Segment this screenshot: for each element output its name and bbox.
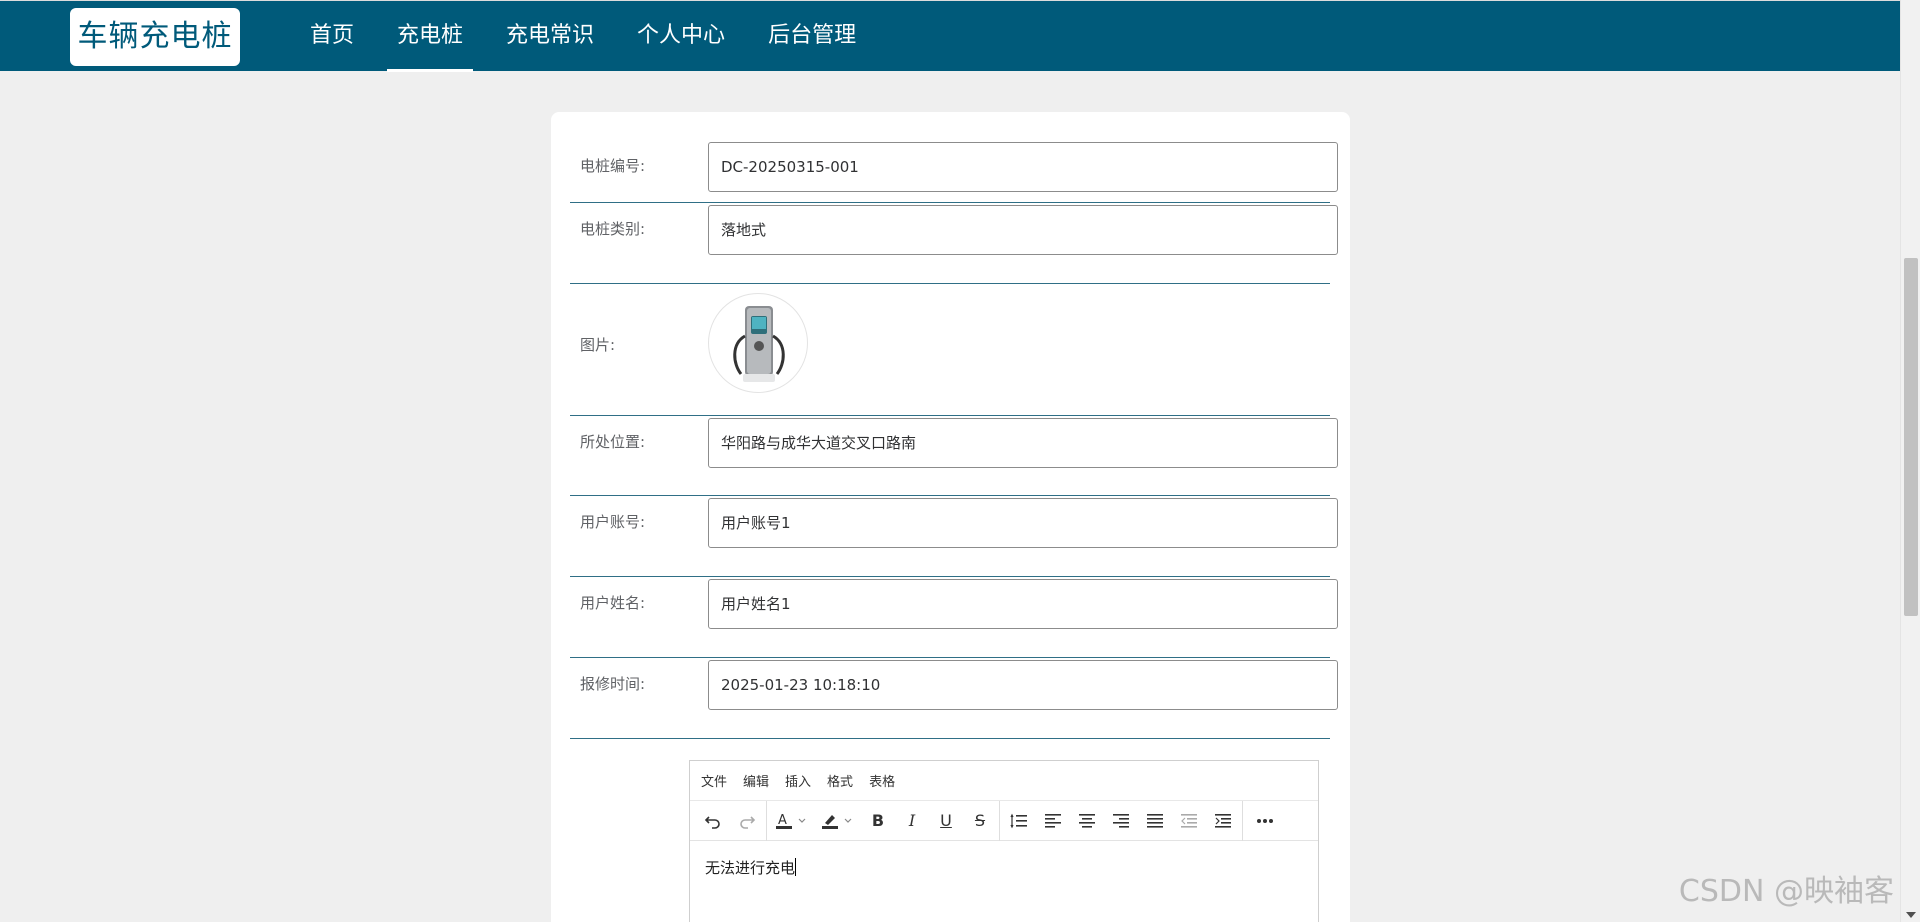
watermark: CSDN @映袖客 [1678,874,1894,909]
line-height-icon[interactable] [1002,805,1036,837]
menu-format[interactable]: 格式 [827,771,853,790]
align-center-icon[interactable] [1070,805,1104,837]
top-navbar: 车辆充电桩 首页 充电桩 充电常识 个人中心 后台管理 [0,0,1900,72]
strikethrough-icon[interactable]: S [963,805,997,837]
pile-type-input[interactable]: 落地式 [708,205,1338,255]
svg-text:A: A [778,813,787,828]
repair-time-label: 报修时间: [580,675,646,693]
location-label: 所处位置: [580,433,646,451]
main-nav: 首页 充电桩 充电常识 个人中心 后台管理 [300,1,889,72]
toolbar-divider [1242,800,1243,841]
underline-icon[interactable]: U [929,805,963,837]
align-right-icon[interactable] [1104,805,1138,837]
undo-icon[interactable] [696,805,730,837]
editor-content[interactable]: 无法进行充电 [690,841,1318,894]
align-justify-icon[interactable] [1138,805,1172,837]
menu-file[interactable]: 文件 [701,771,727,790]
nav-charging-piles[interactable]: 充电桩 [387,1,474,72]
redo-icon[interactable] [730,805,764,837]
nav-home[interactable]: 首页 [300,1,364,72]
form-row-account: 用户账号: 用户账号1 [570,496,1338,577]
charger-image[interactable] [708,293,808,393]
menu-table[interactable]: 表格 [869,771,895,790]
form-row-username: 用户姓名: 用户姓名1 [570,577,1338,658]
pile-type-label: 电桩类别: [580,220,646,238]
menu-edit[interactable]: 编辑 [743,771,769,790]
account-input[interactable]: 用户账号1 [708,498,1338,548]
location-input[interactable]: 华阳路与成华大道交叉口路南 [708,418,1338,468]
align-left-icon[interactable] [1036,805,1070,837]
image-label: 图片: [580,336,616,354]
repair-form-card: 电桩编号: DC-20250315-001 电桩类别: 落地式 图片: 所处位置… [551,112,1350,922]
brand-logo[interactable]: 车辆充电桩 [70,8,240,66]
toolbar-divider [766,800,767,841]
account-label: 用户账号: [580,513,646,531]
text-color-icon[interactable]: A [769,805,815,837]
text-caret [795,858,797,876]
username-input[interactable]: 用户姓名1 [708,579,1338,629]
indent-icon[interactable] [1206,805,1240,837]
charger-icon [733,306,785,382]
editor-menubar: 文件 编辑 插入 格式 表格 [690,761,1318,801]
form-row-image: 图片: [570,284,1330,416]
nav-personal-center[interactable]: 个人中心 [627,1,735,72]
scrollbar-thumb[interactable] [1904,258,1918,616]
scroll-down-arrow-icon[interactable] [1906,912,1916,918]
repair-time-input[interactable]: 2025-01-23 10:18:10 [708,660,1338,710]
editor-toolbar: A B I U S [690,800,1318,841]
nav-charging-knowledge[interactable]: 充电常识 [496,1,604,72]
page-scrollbar[interactable] [1900,0,1920,922]
menu-insert[interactable]: 插入 [785,771,811,790]
pile-no-input[interactable]: DC-20250315-001 [708,142,1338,192]
username-label: 用户姓名: [580,594,646,612]
form-row-pile-type: 电桩类别: 落地式 [570,203,1338,284]
italic-icon[interactable]: I [895,805,929,837]
pile-no-label: 电桩编号: [580,157,646,175]
bold-icon[interactable]: B [861,805,895,837]
more-options-icon[interactable] [1245,805,1285,837]
outdent-icon[interactable] [1172,805,1206,837]
form-row-location: 所处位置: 华阳路与成华大道交叉口路南 [570,416,1338,496]
highlight-color-icon[interactable] [815,805,861,837]
form-row-repair-time: 报修时间: 2025-01-23 10:18:10 [570,658,1338,739]
form-row-pile-no: 电桩编号: DC-20250315-001 [570,140,1338,203]
nav-admin[interactable]: 后台管理 [758,1,866,72]
toolbar-divider [999,800,1000,841]
rich-text-editor: 文件 编辑 插入 格式 表格 A B I U S 无法进行充电 [689,760,1319,922]
editor-text: 无法进行充电 [705,859,796,877]
